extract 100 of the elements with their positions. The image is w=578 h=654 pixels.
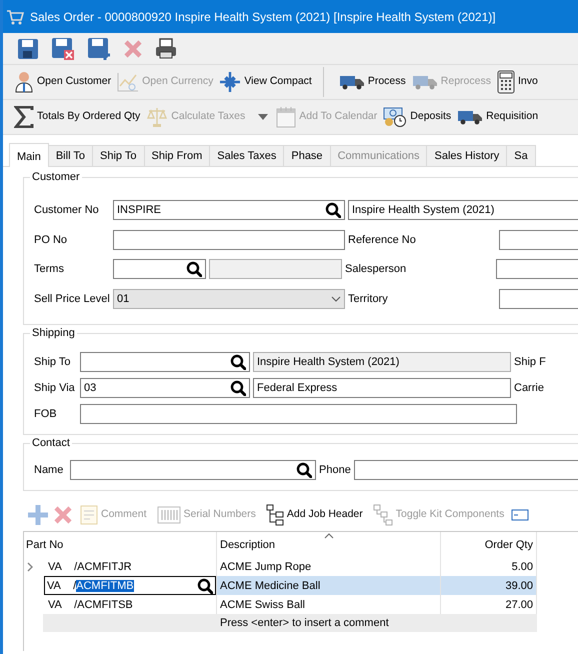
input-field[interactable]: INSPIRE (113, 200, 345, 220)
plus-icon (27, 504, 49, 526)
table-cell-text: ACME Jump Rope (220, 560, 312, 575)
truck-icon (457, 109, 484, 125)
field-label: Customer No (34, 203, 100, 218)
input-field[interactable] (209, 259, 342, 280)
toolbar-button[interactable]: Deposits (380, 104, 454, 130)
compress-arrows-icon (219, 71, 242, 93)
table-cell-text: 5.00 (512, 560, 533, 575)
panel-icon (511, 508, 530, 522)
group-title: Shipping (30, 326, 77, 341)
tab[interactable]: Ship From (144, 145, 210, 166)
tab[interactable]: Sales History (426, 145, 508, 166)
money-clock-icon (383, 106, 408, 128)
save-new-button[interactable] (87, 36, 111, 60)
delete-icon (123, 38, 143, 58)
hierarchy-icon (266, 504, 284, 526)
save-close-icon (51, 36, 75, 60)
note-icon (80, 505, 98, 526)
toolbar-button[interactable]: Totals By Ordered Qty (11, 104, 144, 130)
hierarchy-icon (372, 504, 393, 526)
input-field[interactable] (499, 289, 578, 310)
tab[interactable]: Main (9, 143, 49, 168)
field-label: PO No (34, 233, 68, 248)
field-label: Terms (34, 262, 65, 276)
input-field[interactable] (70, 460, 316, 480)
sort-ascending-icon (324, 533, 334, 540)
truck-icon (338, 74, 365, 90)
toolbar-button[interactable]: Open Customer (11, 69, 114, 95)
dropdown-caret-icon (258, 114, 268, 120)
search-icon (296, 462, 312, 478)
column-header[interactable]: Part No (24, 532, 216, 558)
part-number-field[interactable]: VA /ACMFITMB (44, 576, 216, 596)
field-label: Sell Price Level (34, 292, 110, 306)
input-field[interactable] (113, 230, 345, 250)
barcode-icon (156, 506, 181, 524)
truck-icon (412, 74, 438, 90)
calendar-icon (276, 106, 296, 128)
search-icon (325, 202, 341, 218)
save-button[interactable] (17, 38, 39, 60)
column-header[interactable]: Order Qty (440, 532, 537, 558)
table-cell-text: ACME Swiss Ball (220, 598, 305, 613)
search-icon (197, 578, 213, 594)
field-label: Ship To (34, 355, 72, 370)
input-field[interactable]: Inspire Health System (2021) (253, 352, 511, 372)
scale-icon (146, 106, 168, 128)
input-field[interactable]: Inspire Health System (2021) (348, 200, 578, 220)
input-field[interactable] (113, 259, 206, 280)
input-field[interactable] (80, 352, 250, 372)
toolbar-button[interactable]: Requisition (454, 107, 542, 127)
input-field[interactable] (354, 460, 578, 480)
table-cell-text: VA /ACMFITSB (48, 598, 133, 613)
table-cell-text: 39.00 (505, 578, 533, 594)
input-field[interactable] (80, 404, 517, 424)
sigma-icon (14, 106, 34, 128)
save-icon (17, 38, 39, 60)
dropdown-field[interactable]: 01 (113, 289, 345, 310)
table-cell-text: VA /ACMFITJR (48, 560, 132, 575)
column-header[interactable]: Description (216, 532, 440, 558)
tab[interactable]: Phase (283, 145, 331, 166)
field-label: Phone (319, 463, 351, 478)
tab[interactable]: Sa (506, 145, 536, 166)
field-label: Salesperson (345, 262, 408, 276)
input-field[interactable] (499, 230, 578, 250)
field-label: FOB (34, 407, 58, 422)
print-button[interactable] (155, 38, 177, 60)
print-icon (155, 38, 177, 60)
field-label: Name (34, 463, 64, 478)
tab[interactable]: Bill To (48, 145, 93, 166)
person-icon (14, 71, 34, 93)
more-button[interactable] (511, 508, 530, 522)
toolbar-button[interactable]: Invo (494, 68, 541, 96)
new-comment-row[interactable]: Press <enter> to insert a comment (43, 614, 537, 632)
tab[interactable]: Sales Taxes (209, 145, 284, 166)
chart-icon (117, 72, 140, 92)
toolbar-button[interactable]: View Compact (216, 69, 315, 95)
input-field[interactable]: Federal Express (253, 378, 511, 398)
calculator-icon (496, 70, 515, 94)
toolbar-button[interactable]: Add Job Header (262, 502, 366, 528)
search-icon (230, 354, 246, 370)
window-title: Sales Order - 0000800920 Inspire Health System (2021) [Inspire Health System (2021)] (30, 8, 496, 26)
field-label: Ship Via (34, 381, 76, 396)
table-row[interactable]: VA /ACMFITMB ACME Medicine Ball 39.00 (24, 576, 578, 596)
input-field[interactable]: 03 (80, 378, 250, 398)
save-add-icon (87, 36, 111, 60)
save-close-button[interactable] (51, 36, 75, 60)
tab[interactable]: Ship To (92, 145, 144, 166)
cart-icon (6, 8, 24, 24)
delete-icon (53, 505, 73, 526)
field-label: Reference No (348, 233, 417, 248)
search-icon (186, 261, 202, 278)
input-field[interactable] (496, 259, 578, 280)
toolbar-button[interactable]: Process (336, 72, 409, 92)
chevron-down-icon (331, 296, 341, 302)
field-label: Carrie (514, 381, 544, 396)
table-cell-text: ACME Medicine Ball (220, 578, 320, 594)
field-label: Territory (348, 292, 389, 306)
search-icon (230, 380, 246, 396)
table-cell-text: 27.00 (505, 598, 533, 613)
field-label: Ship F (514, 355, 546, 370)
